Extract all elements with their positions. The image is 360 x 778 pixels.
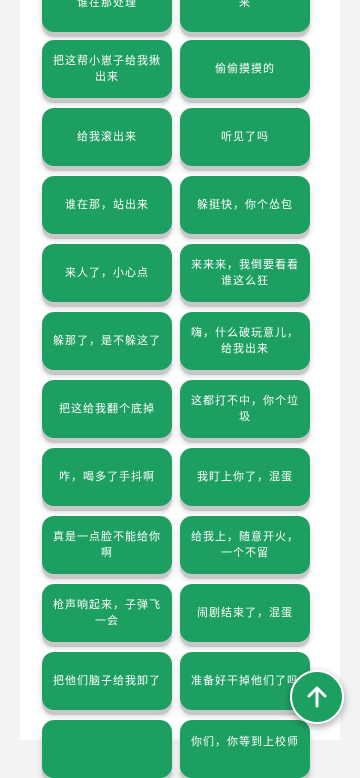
voice-button-label: 咋，喝多了手抖啊 xyxy=(59,470,155,483)
voice-button-label: 谁在那处理 xyxy=(77,0,137,9)
voice-button[interactable]: 这都打不中，你个垃圾 xyxy=(180,380,310,438)
voice-button[interactable]: 来来来，我倒要看看谁这么狂 xyxy=(180,244,310,302)
voice-button-label: 枪声响起来，子弹飞一会 xyxy=(53,598,161,627)
voice-button[interactable]: 偷偷摸摸的 xyxy=(180,40,310,98)
voice-button[interactable]: 把这给我翻个底掉 xyxy=(42,380,172,438)
voice-button[interactable]: 把他们脑子给我卸了 xyxy=(42,652,172,710)
voice-button[interactable]: 咋，喝多了手抖啊 xyxy=(42,448,172,506)
voice-button-label: 我盯上你了，混蛋 xyxy=(197,470,293,483)
voice-button-label: 来 xyxy=(239,0,251,9)
voice-button-label: 来来来，我倒要看看谁这么狂 xyxy=(191,258,299,287)
voice-button-label: 把这帮小崽子给我揪出来 xyxy=(53,54,161,83)
voice-button[interactable]: 把这帮小崽子给我揪出来 xyxy=(42,40,172,98)
voice-button[interactable]: 来 xyxy=(180,0,310,32)
voice-button[interactable]: 谁在那，站出来 xyxy=(42,176,172,234)
voice-button[interactable]: 你们，你等到上校师 xyxy=(180,720,310,778)
arrow-up-icon xyxy=(307,686,327,708)
voice-button[interactable]: 听见了吗 xyxy=(180,108,310,166)
voice-button-label: 躲挺快，你个怂包 xyxy=(197,198,293,211)
voice-button-label: 准备好干掉他们了吗 xyxy=(191,674,299,687)
voice-button-label: 闹剧结束了，混蛋 xyxy=(197,606,293,619)
voice-button[interactable]: 枪声响起来，子弹飞一会 xyxy=(42,584,172,642)
voice-button[interactable]: 我盯上你了，混蛋 xyxy=(180,448,310,506)
voice-button[interactable]: 来人了，小心点 xyxy=(42,244,172,302)
voice-button-label: 真是一点脸不能给你啊 xyxy=(53,530,161,559)
voice-button-label: 这都打不中，你个垃圾 xyxy=(191,394,299,423)
voice-button-label: 谁在那，站出来 xyxy=(65,198,149,211)
voice-button[interactable]: 闹剧结束了，混蛋 xyxy=(180,584,310,642)
voice-button-label: 把他们脑子给我卸了 xyxy=(53,674,161,687)
voice-button-grid: 谁在那处理 来 把这帮小崽子给我揪出来 偷偷摸摸的 给我滚出来 听见了吗 谁在那… xyxy=(0,0,360,778)
voice-button[interactable]: 嗨，什么破玩意儿，给我出来 xyxy=(180,312,310,370)
voice-button[interactable]: 躲挺快，你个怂包 xyxy=(180,176,310,234)
voice-button-label: 偷偷摸摸的 xyxy=(215,62,275,75)
voice-button[interactable]: 给我滚出来 xyxy=(42,108,172,166)
voice-button-label: 嗨，什么破玩意儿，给我出来 xyxy=(191,326,299,355)
voice-button-label: 把这给我翻个底掉 xyxy=(59,402,155,415)
scroll-to-top-button[interactable] xyxy=(290,670,344,724)
voice-button-label: 给我滚出来 xyxy=(77,130,137,143)
voice-button-label: 给我上，随意开火，一个不留 xyxy=(191,530,299,559)
voice-button-label: 来人了，小心点 xyxy=(65,266,149,279)
voice-button[interactable]: 真是一点脸不能给你啊 xyxy=(42,516,172,574)
voice-button[interactable]: 给我上，随意开火，一个不留 xyxy=(180,516,310,574)
voice-button-label: 你们，你等到上校师 xyxy=(191,735,299,748)
voice-button[interactable] xyxy=(42,720,172,778)
voice-button[interactable]: 谁在那处理 xyxy=(42,0,172,32)
voice-button[interactable]: 躲那了，是不躲这了 xyxy=(42,312,172,370)
voice-button-label: 躲那了，是不躲这了 xyxy=(53,334,161,347)
voice-button-label: 听见了吗 xyxy=(221,130,269,143)
